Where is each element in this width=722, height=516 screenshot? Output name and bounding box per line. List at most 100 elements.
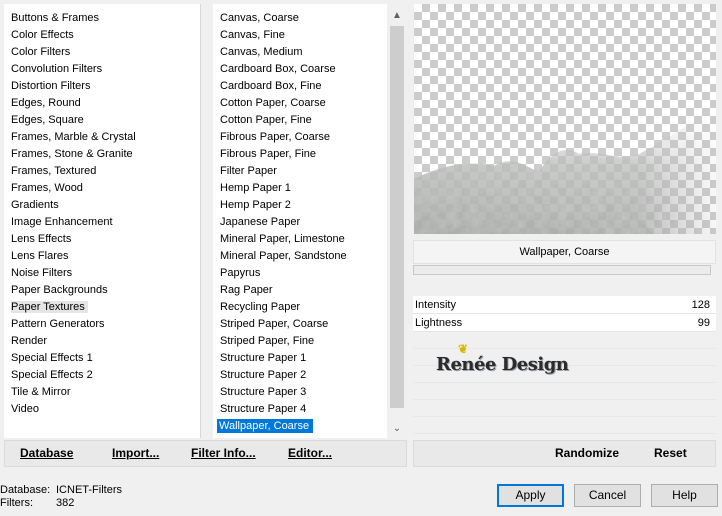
database-button[interactable]: Database: [20, 441, 73, 466]
filter-item[interactable]: Mineral Paper, Sandstone: [213, 248, 387, 265]
category-item-label: Edges, Round: [11, 97, 81, 109]
filter-item[interactable]: Hemp Paper 2: [213, 197, 387, 214]
category-item[interactable]: Gradients: [4, 197, 200, 214]
randomize-button[interactable]: Randomize: [555, 441, 619, 466]
editor-label: Editor...: [288, 446, 333, 460]
filter-item[interactable]: Wallpaper, Coarse: [213, 418, 387, 435]
reset-button[interactable]: Reset: [654, 441, 687, 466]
category-item[interactable]: Frames, Textured: [4, 163, 200, 180]
help-button[interactable]: Help: [651, 484, 718, 507]
category-item-label: Frames, Stone & Granite: [11, 148, 133, 160]
filter-info-button[interactable]: Filter Info...: [191, 441, 256, 466]
filter-item[interactable]: Canvas, Coarse: [213, 10, 387, 27]
filter-item[interactable]: Fibrous Paper, Fine: [213, 146, 387, 163]
scroll-down-arrow-icon[interactable]: ⌄: [387, 420, 407, 438]
filter-item[interactable]: Striped Paper, Coarse: [213, 316, 387, 333]
category-item[interactable]: Color Filters: [4, 44, 200, 61]
filter-item[interactable]: Rag Paper: [213, 282, 387, 299]
filter-item[interactable]: Fibrous Paper, Coarse: [213, 129, 387, 146]
category-item[interactable]: Special Effects 1: [4, 350, 200, 367]
scroll-thumb[interactable]: [390, 26, 404, 408]
param-value[interactable]: 99: [698, 314, 710, 332]
category-item[interactable]: Frames, Marble & Crystal: [4, 129, 200, 146]
category-item-label: Color Filters: [11, 46, 71, 58]
category-item[interactable]: Noise Filters: [4, 265, 200, 282]
editor-button[interactable]: Editor...: [288, 441, 332, 466]
parameter-panel: Intensity 128 Lightness 99: [413, 296, 716, 332]
filter-item-label: Canvas, Fine: [220, 29, 285, 41]
filter-item[interactable]: Japanese Paper: [213, 214, 387, 231]
filter-item[interactable]: Structure Paper 1: [213, 350, 387, 367]
filter-preview: [414, 4, 716, 234]
database-info: Database: ICNET-Filters Filters: 382: [0, 484, 200, 510]
filter-item[interactable]: Hemp Paper 1: [213, 180, 387, 197]
category-item-label: Tile & Mirror: [11, 386, 71, 398]
category-item-label: Video: [11, 403, 39, 415]
filter-item[interactable]: Recycling Paper: [213, 299, 387, 316]
filter-item[interactable]: Filter Paper: [213, 163, 387, 180]
category-item[interactable]: Paper Textures: [4, 299, 200, 316]
param-value[interactable]: 128: [692, 296, 710, 314]
category-item[interactable]: Lens Flares: [4, 248, 200, 265]
category-list[interactable]: Buttons & Frames Color Effects Color Filte…: [4, 4, 201, 438]
filter-item[interactable]: Canvas, Medium: [213, 44, 387, 61]
category-item[interactable]: Pattern Generators: [4, 316, 200, 333]
filter-item[interactable]: Cotton Paper, Fine: [213, 112, 387, 129]
category-item[interactable]: Convolution Filters: [4, 61, 200, 78]
filter-list[interactable]: Canvas, Coarse Canvas, Fine Canvas, Medium…: [213, 4, 387, 438]
filter-item[interactable]: Structure Paper 4: [213, 401, 387, 418]
watermark-text: Renée Design: [436, 354, 569, 375]
filter-item-label: Recycling Paper: [220, 301, 301, 313]
filter-item-label: Striped Paper, Coarse: [220, 318, 329, 330]
filter-item[interactable]: Structure Paper 3: [213, 384, 387, 401]
filter-item-label: Cotton Paper, Coarse: [220, 97, 326, 109]
filter-items: Canvas, Coarse Canvas, Fine Canvas, Medium…: [213, 4, 387, 435]
cancel-button[interactable]: Cancel: [574, 484, 641, 507]
filter-item-label: Mineral Paper, Sandstone: [220, 250, 347, 262]
filter-item[interactable]: Cardboard Box, Fine: [213, 78, 387, 95]
import-label: Import...: [112, 446, 160, 460]
category-item-label: Frames, Marble & Crystal: [11, 131, 136, 143]
category-item[interactable]: Video: [4, 401, 200, 418]
filter-item[interactable]: Cardboard Box, Coarse: [213, 61, 387, 78]
filter-item-label: Canvas, Coarse: [220, 12, 299, 24]
filter-item[interactable]: Canvas, Fine: [213, 27, 387, 44]
category-item[interactable]: Render: [4, 333, 200, 350]
category-item[interactable]: Color Effects: [4, 27, 200, 44]
filter-item-label: Hemp Paper 2: [220, 199, 291, 211]
filter-item-label: Filter Paper: [220, 165, 277, 177]
filter-item-label: Fibrous Paper, Fine: [220, 148, 316, 160]
filter-item-label: Cotton Paper, Fine: [220, 114, 312, 126]
category-item[interactable]: Tile & Mirror: [4, 384, 200, 401]
category-item-label: Paper Backgrounds: [11, 284, 108, 296]
category-item[interactable]: Paper Backgrounds: [4, 282, 200, 299]
category-item[interactable]: Image Enhancement: [4, 214, 200, 231]
param-intensity[interactable]: Intensity 128: [413, 296, 716, 314]
filter-item[interactable]: Mineral Paper, Limestone: [213, 231, 387, 248]
filter-item-label: Structure Paper 4: [220, 403, 307, 415]
filter-item[interactable]: Structure Paper 2: [213, 367, 387, 384]
scroll-up-arrow-icon[interactable]: ▲: [387, 7, 407, 25]
category-item[interactable]: Frames, Wood: [4, 180, 200, 197]
category-item[interactable]: Edges, Round: [4, 95, 200, 112]
filter-item-label: Mineral Paper, Limestone: [220, 233, 345, 245]
database-label: Database: [20, 446, 74, 460]
selected-filter-name: Wallpaper, Coarse: [413, 240, 716, 264]
filter-item-label: Fibrous Paper, Coarse: [220, 131, 331, 143]
category-item[interactable]: Lens Effects: [4, 231, 200, 248]
category-item[interactable]: Special Effects 2: [4, 367, 200, 384]
filter-item[interactable]: Papyrus: [213, 265, 387, 282]
filter-item-label: Structure Paper 1: [220, 352, 307, 364]
category-item[interactable]: Distortion Filters: [4, 78, 200, 95]
database-info-label: Database:: [0, 484, 51, 496]
filter-item[interactable]: Striped Paper, Fine: [213, 333, 387, 350]
filter-list-scrollbar[interactable]: ▲ ⌄: [387, 4, 407, 438]
apply-button[interactable]: Apply: [497, 484, 564, 507]
category-item[interactable]: Edges, Square: [4, 112, 200, 129]
import-button[interactable]: Import...: [112, 441, 159, 466]
param-lightness[interactable]: Lightness 99: [413, 314, 716, 332]
category-item[interactable]: Buttons & Frames: [4, 10, 200, 27]
category-item[interactable]: Frames, Stone & Granite: [4, 146, 200, 163]
filter-item-label: Structure Paper 3: [220, 386, 307, 398]
filter-item[interactable]: Cotton Paper, Coarse: [213, 95, 387, 112]
